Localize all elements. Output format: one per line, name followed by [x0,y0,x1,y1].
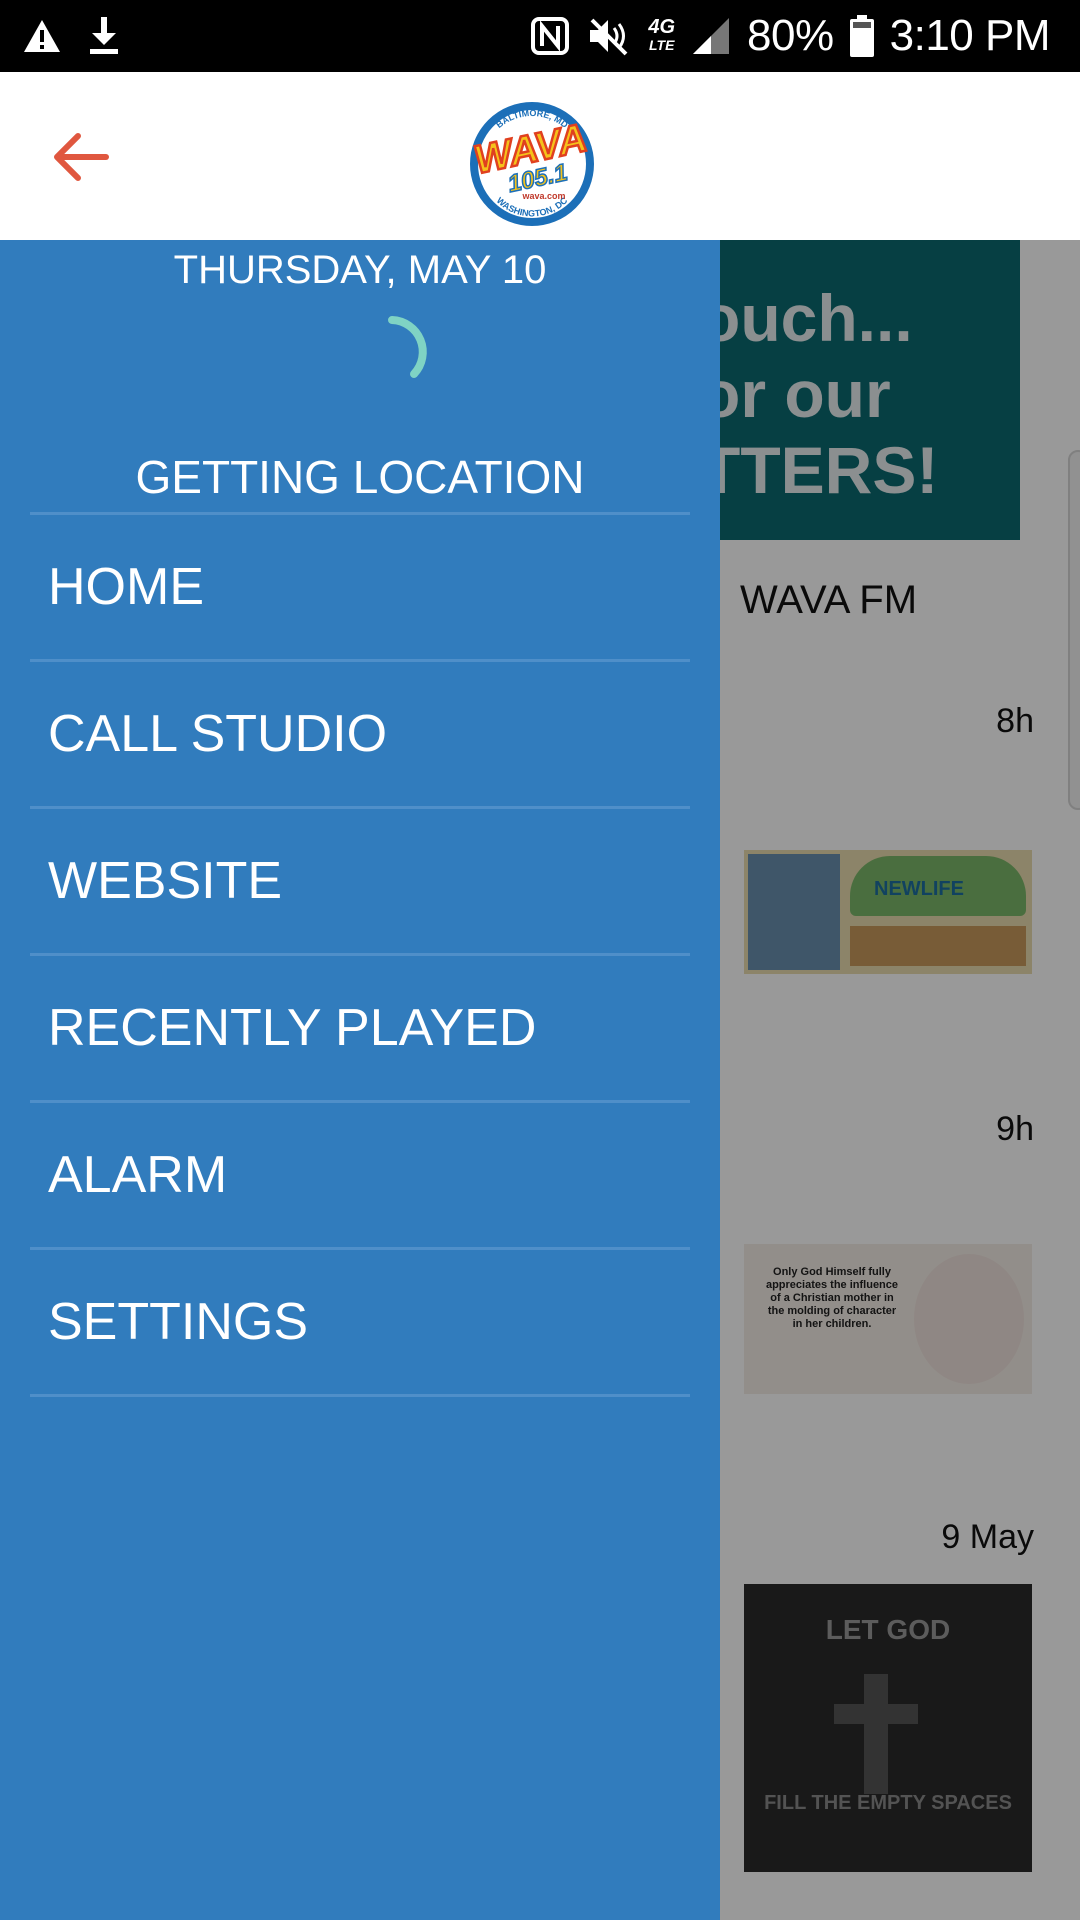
status-bar: 4G LTE 80% 3:10 PM [0,0,1080,72]
drawer-date: THURSDAY, MAY 10 [173,248,547,292]
menu-item-website[interactable]: WEBSITE [30,809,690,956]
location-status: GETTING LOCATION [135,451,585,503]
arrow-left-icon [54,133,109,181]
menu-item-call-studio[interactable]: CALL STUDIO [30,662,690,809]
nfc-icon [531,17,570,55]
station-logo[interactable]: BALTIMORE, MD WASHINGTON, DC WAVA 105.1 … [452,96,612,226]
signal-icon [693,18,730,54]
app-bar: BALTIMORE, MD WASHINGTON, DC WAVA 105.1 … [0,72,1080,240]
warning-icon [24,20,60,52]
mute-icon [590,18,628,56]
logo-site: wava.com [521,191,565,201]
loading-spinner-icon [388,316,427,378]
clock: 3:10 PM [889,11,1051,60]
drawer-menu: HOME CALL STUDIO WEBSITE RECENTLY PLAYED… [30,512,690,1397]
battery-percent: 80% [747,11,834,60]
battery-icon [849,15,874,57]
menu-item-alarm[interactable]: ALARM [30,1103,690,1250]
navigation-drawer: THURSDAY, MAY 10 GETTING LOCATION HOME C… [0,240,720,1920]
download-icon [90,17,118,54]
menu-item-home[interactable]: HOME [30,515,690,662]
back-button[interactable] [48,122,118,192]
menu-item-recently-played[interactable]: RECENTLY PLAYED [30,956,690,1103]
menu-item-settings[interactable]: SETTINGS [30,1250,690,1397]
network-type: 4G LTE [648,16,676,53]
